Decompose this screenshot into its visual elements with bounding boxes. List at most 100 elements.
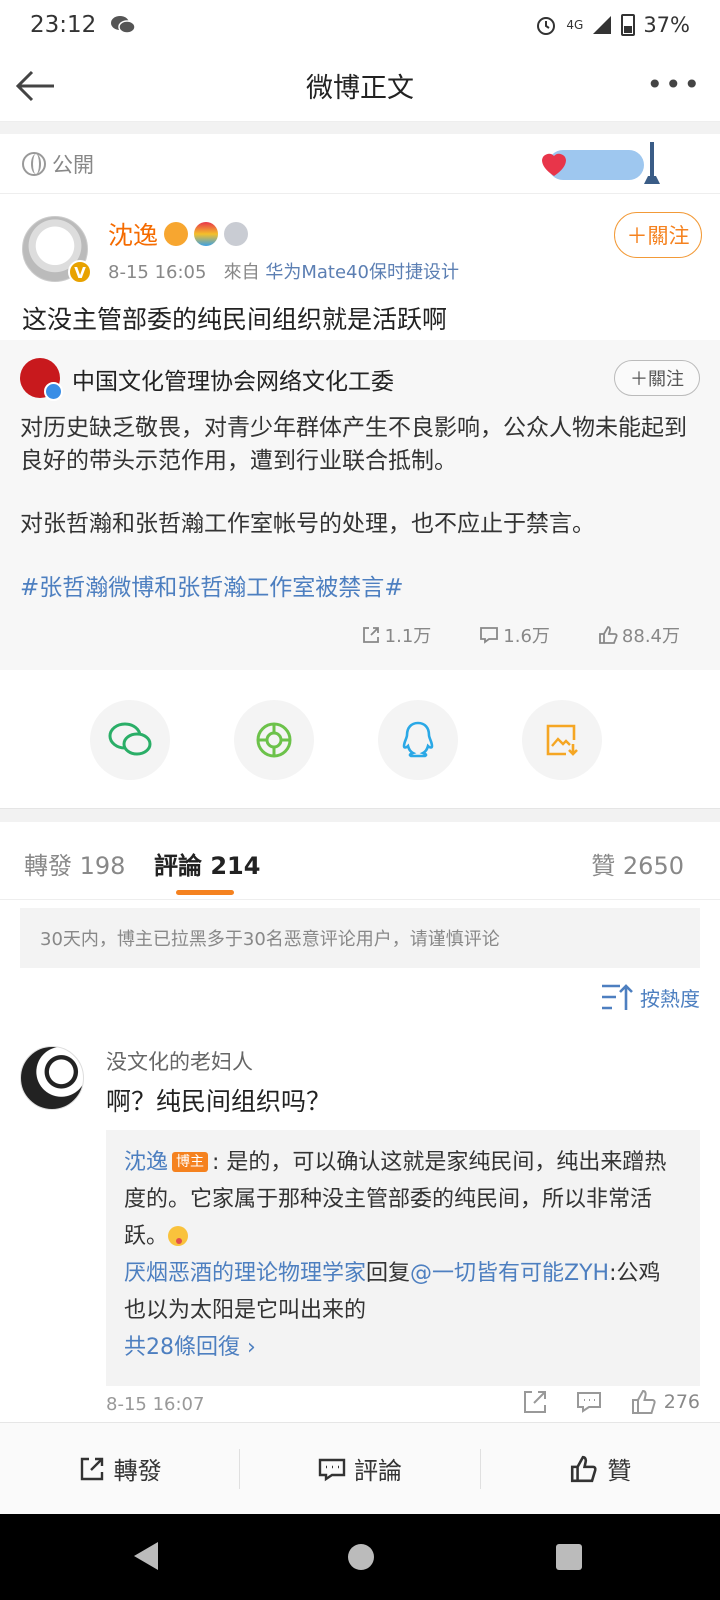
repost-stats: 1.1万 1.6万 88.4万 (361, 622, 680, 648)
repost-paragraph-1: 对历史缺乏敬畏，对青少年群体产生不良影响，公众人物未能起到良好的带头示范作用，遭… (20, 415, 687, 474)
post-author-row: V 沈逸 8-15 16:05 來自 华为Mate40保时捷设计 ＋關注 (22, 212, 702, 292)
page-title: 微博正文 (306, 73, 414, 104)
bottom-comment-label: 評論 (353, 1457, 402, 1485)
repost-paragraph-2: 对张哲瀚和张哲瀚工作室帐号的处理，也不应止于禁言。 (20, 511, 595, 537)
more-replies-link[interactable]: 共28條回復 › (124, 1329, 682, 1366)
bottom-comment-button[interactable]: 評論 (240, 1451, 479, 1486)
reply-preview[interactable]: 沈逸 博主: 是的，可以确认这就是家纯民间，纯出来蹭热度的。它家属于那种没主管部委… (106, 1130, 700, 1386)
author-medals (164, 222, 248, 246)
reply-1: 沈逸 博主: 是的，可以确认这就是家纯民间，纯出来蹭热度的。它家属于那种没主管部委… (124, 1144, 682, 1255)
save-image-icon (546, 724, 578, 756)
status-time: 23:12 (30, 12, 97, 38)
henan-cheer-badge-icon[interactable] (532, 138, 672, 190)
active-tab-indicator (176, 890, 234, 895)
org-avatar[interactable] (20, 358, 63, 401)
commenter-avatar[interactable] (20, 1046, 84, 1110)
sort-icon (602, 984, 633, 1010)
thumbs-up-icon (599, 626, 618, 644)
share-wechat-button[interactable] (90, 700, 170, 780)
top-nav: 微博正文 ••• (0, 50, 720, 122)
globe-icon (22, 151, 46, 176)
system-recents-icon[interactable] (556, 1544, 582, 1570)
crown-medal-icon[interactable] (164, 222, 188, 246)
repost-icon (80, 1457, 103, 1480)
divider (0, 808, 720, 822)
reply-2: 厌烟恶酒的理论物理学家回复@一切皆有可能ZYH:公鸡也以为太阳是它叫出来的 (124, 1255, 682, 1329)
network-type: 4G (566, 18, 584, 32)
share-moments-button[interactable] (234, 700, 314, 780)
signal-icon (593, 16, 612, 34)
bottom-like-button[interactable]: 贊 (481, 1451, 720, 1486)
tab-comments[interactable]: 評論 214 (154, 846, 260, 881)
wechat-notification-icon (111, 16, 137, 34)
rainbow-medal-icon[interactable] (194, 222, 218, 246)
visibility-label: 公開 (52, 152, 94, 177)
reply-2-user[interactable]: 厌烟恶酒的理论物理学家 (124, 1261, 366, 1286)
comment-count-stat[interactable]: 1.6万 (479, 622, 550, 648)
repost-follow-button[interactable]: ＋關注 (614, 360, 700, 396)
share-row (0, 690, 720, 790)
sort-label: 按熱度 (640, 986, 700, 1011)
system-back-icon[interactable] (134, 1542, 158, 1570)
bottom-repost-button[interactable]: 轉發 (0, 1451, 239, 1486)
share-qq-button[interactable] (378, 700, 458, 780)
status-bar: 23:12 4G 37% (0, 0, 720, 50)
wechat-icon (108, 722, 152, 756)
repost-count: 1.1万 (384, 626, 432, 647)
like-count-stat[interactable]: 88.4万 (598, 622, 680, 648)
repost-hashtag[interactable]: #张哲瀚微博和张哲瀚工作室被禁言# (20, 572, 700, 605)
author-name[interactable]: 沈逸 (108, 216, 158, 252)
post-source[interactable]: 华为Mate40保时捷设计 (265, 262, 459, 283)
comment-share-icon[interactable] (522, 1389, 548, 1415)
more-menu-icon[interactable]: ••• (646, 68, 702, 101)
comment-text: 啊？纯民间组织吗？ (106, 1087, 332, 1116)
reposted-post[interactable]: 中国文化管理协会网络文化工委 ＋關注 对历史缺乏敬畏，对青少年群体产生不良影响，… (0, 340, 720, 670)
alarm-icon (537, 17, 556, 35)
bottom-repost-label: 轉發 (113, 1457, 162, 1485)
post-text: 这没主管部委的纯民间组织就是活跃啊 (22, 305, 448, 334)
divider (0, 122, 720, 134)
tab-reposts[interactable]: 轉發 198 (24, 846, 125, 881)
system-home-icon[interactable] (348, 1544, 374, 1570)
interaction-tabs: 轉發 198 評論 214 贊 2650 (0, 822, 720, 900)
tab-likes[interactable]: 贊 2650 (591, 846, 684, 881)
post-meta: 8-15 16:05 來自 华为Mate40保时捷设计 (108, 258, 459, 284)
back-arrow-icon[interactable] (14, 66, 58, 106)
battery-icon (621, 14, 636, 36)
post-time: 8-15 16:05 (108, 262, 207, 283)
follow-button[interactable]: ＋關注 (614, 212, 702, 258)
commenter-name[interactable]: 没文化的老妇人 (106, 1046, 253, 1076)
tongue-emoji-icon (168, 1226, 189, 1246)
comment-like-button[interactable]: 276 (630, 1388, 700, 1416)
like-count: 88.4万 (621, 626, 680, 647)
comment-actions: 276 (522, 1388, 700, 1416)
wechat-moments-icon (256, 722, 292, 758)
status-right: 4G 37% (534, 13, 690, 37)
reply-2-target[interactable]: @一切皆有可能ZYH (410, 1261, 609, 1286)
qq-icon (402, 721, 434, 758)
battery-level: 37% (643, 13, 690, 37)
silver-medal-icon[interactable] (224, 222, 248, 246)
bottom-action-bar: 轉發 評論 贊 (0, 1422, 720, 1514)
comment-notice: 30天内，博主已拉黑多于30名恶意评论用户，请谨慎评论 (20, 908, 700, 968)
save-image-button[interactable] (522, 700, 602, 780)
visibility-row: 公開 (0, 134, 720, 194)
source-prefix: 來自 (223, 262, 260, 283)
sort-button[interactable]: 按熱度 (600, 982, 700, 1012)
comment-count: 1.6万 (503, 626, 550, 647)
comment-like-count: 276 (663, 1391, 700, 1413)
repost-author-name[interactable]: 中国文化管理协会网络文化工委 (72, 362, 394, 396)
comment-bubble-icon (318, 1458, 346, 1481)
comment-footer: 8-15 16:07 276 (106, 1389, 700, 1415)
comment-icon (480, 627, 499, 644)
comment-reply-icon[interactable] (576, 1389, 602, 1415)
comment-time: 8-15 16:07 (106, 1394, 205, 1415)
repost-count-stat[interactable]: 1.1万 (361, 622, 432, 648)
reply-2-mid: 回复 (366, 1261, 411, 1286)
bottom-like-label: 贊 (607, 1457, 632, 1485)
verified-v-icon: V (68, 260, 92, 284)
reply-1-user[interactable]: 沈逸 (124, 1150, 168, 1175)
host-tag: 博主 (172, 1152, 209, 1172)
system-nav-bar (0, 1514, 720, 1600)
comment-thumbs-up-icon (631, 1389, 656, 1414)
